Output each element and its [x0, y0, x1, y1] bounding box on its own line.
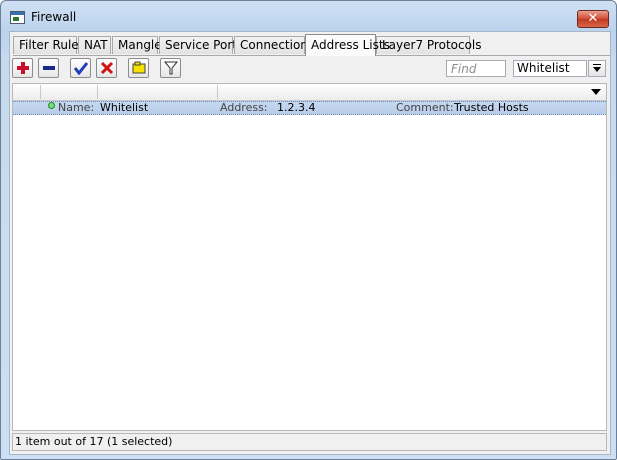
- add-icon: [17, 62, 29, 74]
- tab-nat[interactable]: NAT: [78, 36, 111, 54]
- filter-icon: [164, 61, 178, 75]
- address-label: Address:: [220, 101, 268, 114]
- title-bar[interactable]: Firewall ✕: [1, 1, 616, 33]
- remove-icon: [43, 66, 55, 70]
- comment-value: Trusted Hosts: [454, 101, 529, 114]
- dropdown-arrow-icon: [593, 64, 601, 72]
- enable-icon: [74, 62, 88, 75]
- column-divider[interactable]: [40, 85, 41, 99]
- comment-button[interactable]: [128, 58, 149, 78]
- tab-filter-rules[interactable]: Filter Rules: [13, 36, 85, 54]
- enabled-status-icon: [48, 102, 55, 109]
- status-bar: 1 item out of 17 (1 selected): [12, 433, 607, 451]
- tab-strip: Filter Rules NAT Mangle Service Ports Co…: [13, 34, 610, 56]
- tab-connections[interactable]: Connections: [234, 36, 314, 54]
- grid-header: [13, 84, 606, 101]
- find-input[interactable]: [446, 60, 506, 77]
- firewall-window: Firewall ✕ Filter Rules NAT Mangle Servi…: [0, 0, 617, 460]
- column-divider[interactable]: [97, 85, 98, 99]
- tab-mangle[interactable]: Mangle: [112, 36, 162, 54]
- column-divider[interactable]: [217, 85, 218, 99]
- address-list-dropdown-button[interactable]: [588, 60, 606, 77]
- name-value: Whitelist: [100, 101, 149, 114]
- window-app-icon: [10, 11, 25, 24]
- tab-layer7-protocols[interactable]: Layer7 Protocols: [376, 36, 482, 54]
- remove-button[interactable]: [38, 58, 59, 78]
- comment-icon: [132, 61, 146, 74]
- address-list-grid: Name: Whitelist Address: 1.2.3.4 Comment…: [12, 83, 607, 431]
- tab-service-ports[interactable]: Service Ports: [159, 36, 243, 54]
- chevron-down-icon: [591, 89, 601, 95]
- address-value: 1.2.3.4: [277, 101, 316, 114]
- filter-button[interactable]: [160, 58, 181, 78]
- disable-icon: [100, 61, 114, 75]
- tab-address-lists[interactable]: Address Lists: [305, 34, 390, 56]
- close-button[interactable]: ✕: [577, 10, 609, 28]
- window-title: Firewall: [31, 10, 77, 24]
- toolbar: Whitelist: [10, 57, 610, 81]
- comment-label: Comment:: [396, 101, 454, 114]
- disable-button[interactable]: [96, 58, 117, 78]
- column-menu-button[interactable]: [588, 85, 605, 99]
- window-client: Filter Rules NAT Mangle Service Ports Co…: [9, 31, 611, 455]
- add-button[interactable]: [12, 58, 33, 78]
- table-row[interactable]: Name: Whitelist Address: 1.2.3.4 Comment…: [13, 101, 606, 115]
- address-list-select[interactable]: Whitelist: [513, 60, 587, 77]
- name-label: Name:: [58, 101, 95, 114]
- enable-button[interactable]: [70, 58, 91, 78]
